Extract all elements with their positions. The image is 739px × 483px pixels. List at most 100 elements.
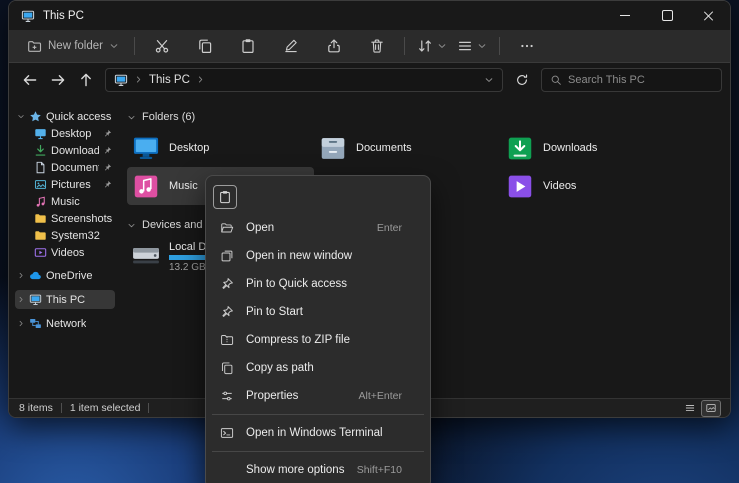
menu-shortcut: Shift+F10 — [357, 464, 402, 476]
up-button[interactable] — [73, 67, 99, 93]
delete-icon — [369, 38, 385, 54]
folder-tile-downloads[interactable]: Downloads — [501, 129, 688, 167]
toolbar-separator — [499, 37, 500, 55]
music-folder-icon — [131, 173, 161, 200]
sidebar-item-downloads[interactable]: Downloads — [20, 142, 115, 159]
context-menu: Open Enter Open in new window Pin to Qui… — [205, 175, 431, 483]
menu-item-open-windows-terminal[interactable]: Open in Windows Terminal — [210, 419, 426, 447]
chevron-down-icon — [127, 221, 136, 230]
view-button[interactable] — [452, 33, 492, 59]
chevron-icon — [17, 319, 25, 328]
rename-button[interactable] — [271, 33, 311, 59]
delete-button[interactable] — [357, 33, 397, 59]
network-icon — [29, 317, 42, 330]
context-menu-separator — [210, 410, 426, 419]
navigation-bar: This PC — [9, 63, 730, 96]
more-icon — [519, 38, 535, 54]
menu-item-open[interactable]: Open Enter — [210, 214, 426, 242]
search-box[interactable] — [541, 68, 722, 92]
minimize-button[interactable] — [604, 1, 646, 30]
copy-button[interactable] — [185, 33, 225, 59]
desktop-folder-icon — [131, 135, 161, 162]
paste-button[interactable] — [228, 33, 268, 59]
zip-icon — [220, 333, 234, 347]
sidebar-item-system32[interactable]: System32 — [20, 227, 115, 244]
forward-button[interactable] — [45, 67, 71, 93]
view-toggles — [681, 401, 720, 416]
chevron-down-icon — [477, 41, 487, 51]
maximize-icon — [662, 10, 673, 21]
back-button[interactable] — [17, 67, 43, 93]
folder-tile-documents[interactable]: Documents — [314, 129, 501, 167]
menu-item-show-more-options[interactable]: Show more options Shift+F10 — [210, 456, 426, 483]
chevron-down-icon — [127, 113, 136, 122]
breadcrumb-this-pc[interactable]: This PC — [149, 74, 190, 86]
pin-icon — [103, 163, 112, 172]
details-view-button[interactable] — [681, 401, 699, 416]
new-folder-icon — [27, 39, 42, 54]
window-title: This PC — [43, 10, 84, 22]
sidebar-item-pictures[interactable]: Pictures — [20, 176, 115, 193]
item-count: 8 items — [19, 402, 53, 414]
pin-icon — [103, 146, 112, 155]
menu-item-properties[interactable]: Properties Alt+Enter — [210, 382, 426, 410]
clipboard-icon — [218, 190, 232, 204]
chevron-right-icon — [196, 75, 205, 84]
quick-access-star-icon — [29, 110, 42, 123]
address-bar[interactable]: This PC — [105, 68, 503, 92]
chevron-icon — [17, 271, 25, 280]
pin-icon — [103, 129, 112, 138]
pin-icon — [103, 180, 112, 189]
share-button[interactable] — [314, 33, 354, 59]
desktop-icon — [34, 127, 47, 140]
sidebar-item-this-pc[interactable]: This PC — [15, 290, 115, 309]
menu-item-pin-to-start[interactable]: Pin to Start — [210, 298, 426, 326]
sidebar-item-screenshots[interactable]: Screenshots — [20, 210, 115, 227]
sidebar-item-onedrive[interactable]: OneDrive — [15, 266, 115, 285]
minimize-icon — [620, 15, 630, 16]
large-icons-view-icon — [705, 402, 717, 414]
sidebar-item-music[interactable]: Music — [20, 193, 115, 210]
menu-item-open-new-window[interactable]: Open in new window — [210, 242, 426, 270]
back-icon — [22, 72, 38, 88]
this-pc-icon — [114, 73, 128, 87]
clipboard-quick-action[interactable] — [213, 185, 237, 209]
close-icon — [703, 10, 715, 22]
search-input[interactable] — [568, 74, 713, 86]
toolbar-actions — [142, 33, 397, 59]
menu-item-copy-as-path[interactable]: Copy as path — [210, 354, 426, 382]
sidebar-item-documents[interactable]: Documents — [20, 159, 115, 176]
menu-item-pin-to-quick-access[interactable]: Pin to Quick access — [210, 270, 426, 298]
chevron-down-icon — [109, 41, 119, 51]
forward-icon — [50, 72, 66, 88]
cut-button[interactable] — [142, 33, 182, 59]
menu-item-compress-to-zip[interactable]: Compress to ZIP file — [210, 326, 426, 354]
toolbar-separator — [404, 37, 405, 55]
up-icon — [78, 72, 94, 88]
status-separator — [61, 403, 62, 413]
videos-icon — [34, 246, 47, 259]
sidebar-item-desktop[interactable]: Desktop — [20, 125, 115, 142]
maximize-button[interactable] — [646, 1, 688, 30]
view-icon — [457, 38, 473, 54]
close-button[interactable] — [688, 1, 730, 30]
large-icons-view-button[interactable] — [702, 401, 720, 416]
chevron-down-icon — [437, 41, 447, 51]
share-icon — [326, 38, 342, 54]
this-pc-icon — [21, 9, 35, 23]
terminal-icon — [220, 426, 234, 440]
sidebar-item-quick-access[interactable]: Quick access — [15, 108, 115, 125]
sidebar-item-network[interactable]: Network — [15, 314, 115, 333]
sidebar-item-videos[interactable]: Videos — [20, 244, 115, 261]
new-folder-button[interactable]: New folder — [19, 33, 127, 59]
folders-section-header[interactable]: Folders (6) — [127, 109, 730, 125]
more-options-button[interactable] — [507, 33, 547, 59]
toolbar-separator — [134, 37, 135, 55]
selection-count: 1 item selected — [70, 402, 141, 414]
folder-tile-videos[interactable]: Videos — [501, 167, 688, 205]
address-dropdown-button[interactable] — [484, 75, 494, 85]
folder-tile-desktop[interactable]: Desktop — [127, 129, 314, 167]
sort-button[interactable] — [412, 33, 452, 59]
downloads-folder-icon — [505, 135, 535, 162]
refresh-button[interactable] — [509, 67, 535, 93]
